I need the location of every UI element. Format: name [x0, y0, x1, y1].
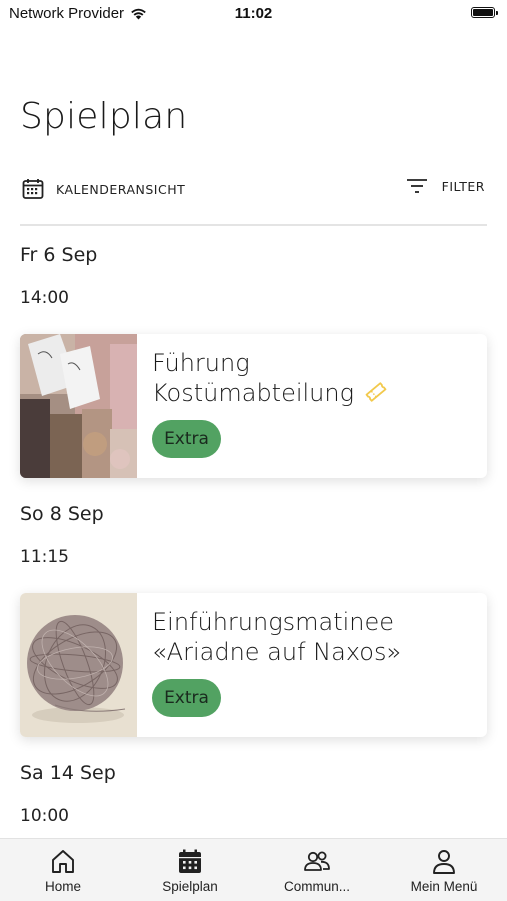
extra-badge: Extra [152, 679, 221, 717]
page-title: Spielplan [20, 96, 188, 137]
tab-home[interactable]: Home [0, 839, 126, 901]
tab-home-label: Home [44, 879, 81, 894]
tab-mein-menu[interactable]: Mein Menü [381, 839, 507, 901]
time-label: 14:00 [20, 288, 69, 308]
divider [20, 224, 487, 226]
date-header: Fr 6 Sep [20, 244, 98, 266]
event-title-text: Kostümabteilung [152, 379, 355, 407]
calendar-view-label: KALENDERANSICHT [56, 181, 186, 197]
calendar-icon [179, 849, 201, 873]
date-header: Sa 14 Sep [20, 762, 116, 784]
filter-icon [406, 179, 427, 193]
filter-button[interactable]: FILTER [406, 178, 485, 194]
battery-icon [471, 7, 498, 18]
tab-bar: Home Spielplan Commun... Mein Menü [0, 838, 507, 901]
event-title: Einführungsmatinee «Ariadne auf Naxos» [152, 607, 401, 667]
tab-spielplan-label: Spielplan [162, 879, 218, 894]
event-image-yarn-ball [20, 593, 137, 737]
person-icon [433, 850, 455, 874]
filter-label: FILTER [441, 178, 485, 194]
tab-spielplan[interactable]: Spielplan [127, 839, 253, 901]
tab-mein-menu-label: Mein Menü [410, 879, 478, 894]
extra-badge: Extra [152, 420, 221, 458]
status-bar: Network Provider 11:02 [0, 0, 507, 30]
home-icon [52, 850, 74, 873]
event-title-line1: Einführungsmatinee [152, 608, 395, 636]
time-label: 11:15 [20, 547, 69, 567]
tab-community[interactable]: Commun... [254, 839, 380, 901]
event-title-line2: «Ariadne auf Naxos» [152, 638, 402, 666]
tab-community-label: Commun... [283, 879, 351, 894]
date-header: So 8 Sep [20, 503, 104, 525]
event-title-line1: Führung [152, 349, 250, 377]
event-title-line2: Kostümabteilung [152, 378, 388, 408]
calendar-icon [22, 179, 44, 199]
event-card-fuehrung[interactable]: Führung Kostümabteilung Extra [20, 334, 487, 478]
ticket-icon [365, 382, 387, 402]
event-title: Führung Kostümabteilung [152, 348, 388, 408]
calendar-view-button[interactable]: KALENDERANSICHT [22, 178, 185, 200]
time-label: 10:00 [20, 806, 69, 826]
status-time: 11:02 [234, 5, 273, 22]
people-icon [304, 851, 330, 871]
event-card-einfuehrungsmatinee[interactable]: Einführungsmatinee «Ariadne auf Naxos» E… [20, 593, 487, 737]
event-image-costumes [20, 334, 137, 478]
